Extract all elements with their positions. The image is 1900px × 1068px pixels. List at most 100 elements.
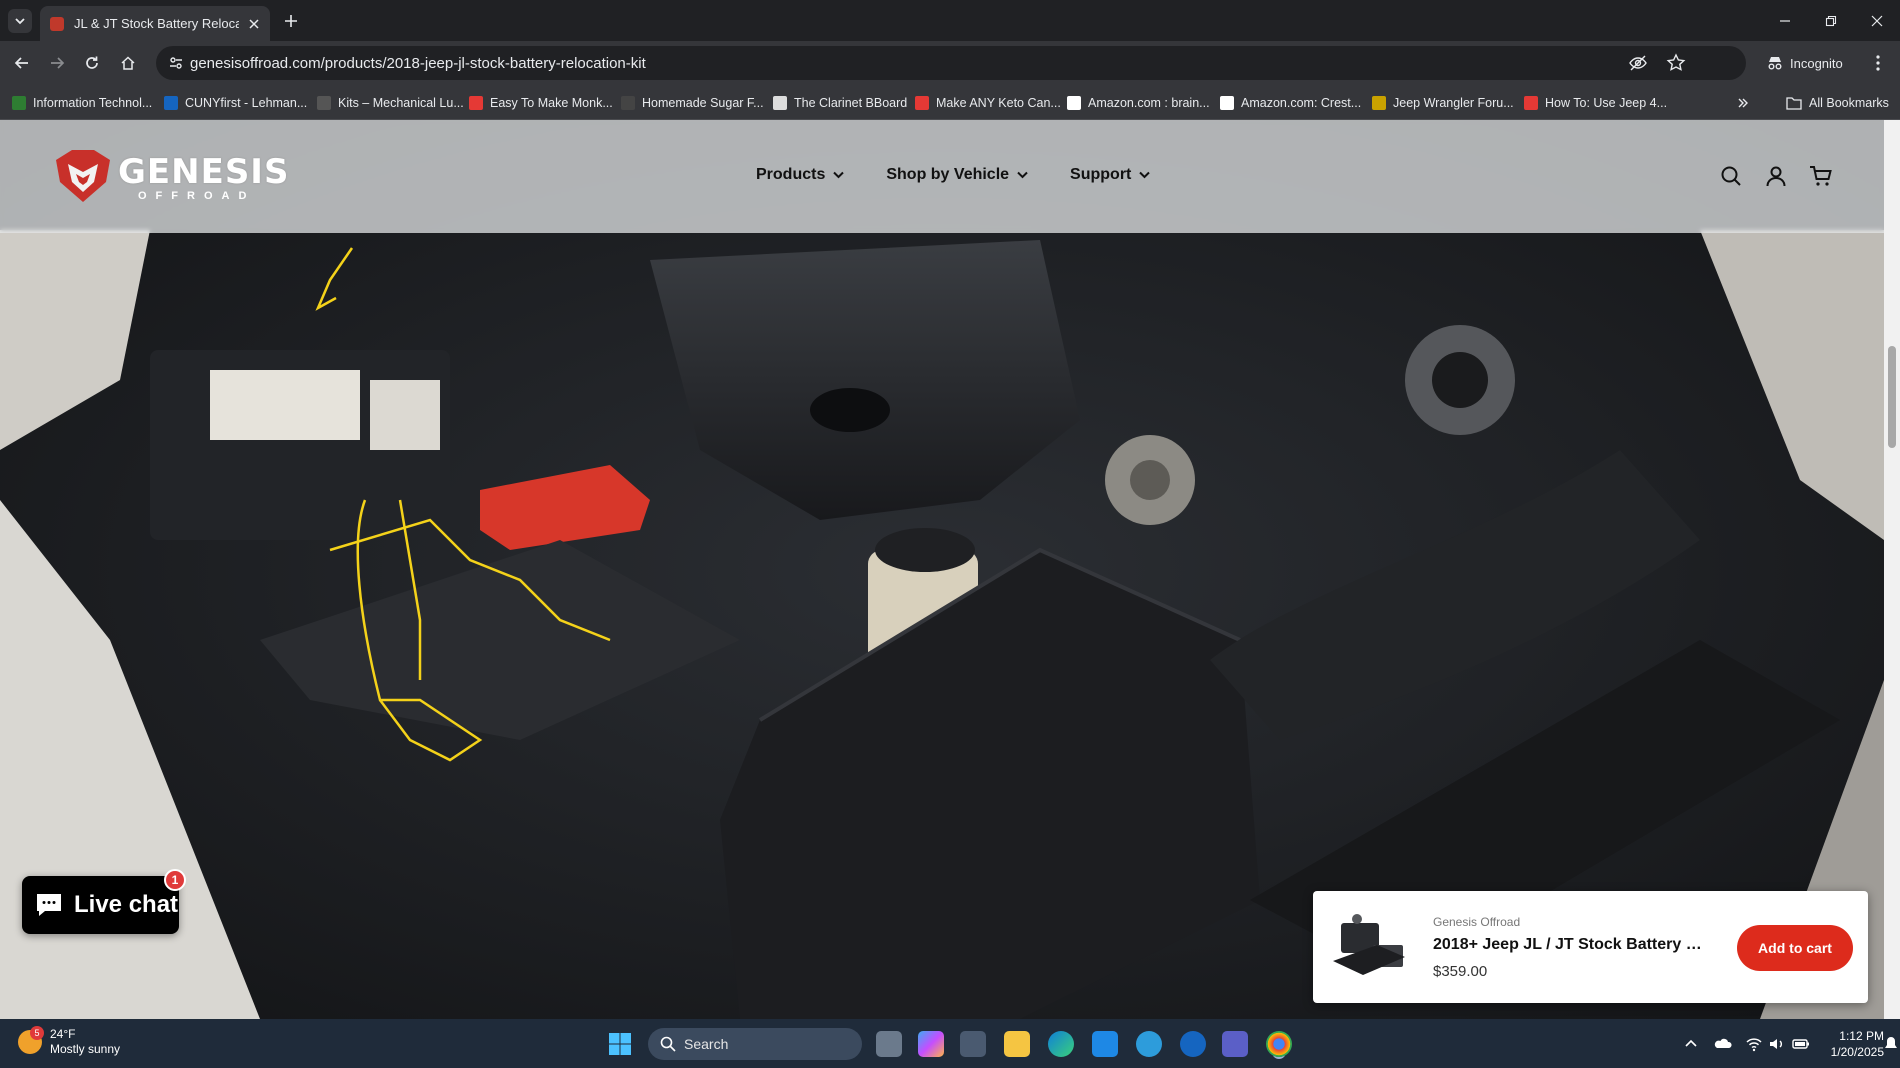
mcafee-icon[interactable]: [1092, 1031, 1118, 1057]
clock-time: 1:12 PM: [1839, 1029, 1884, 1043]
sticky-add-to-cart-bar: Genesis Offroad 2018+ Jeep JL / JT Stock…: [1313, 891, 1868, 1003]
bookmark-item[interactable]: Information Technol...: [12, 94, 152, 112]
bookmark-favicon-icon: [773, 96, 787, 110]
taskbar-search-label: Search: [684, 1036, 729, 1052]
bookmarks-overflow-button[interactable]: [1736, 94, 1750, 112]
url-text[interactable]: genesisoffroad.com/products/2018-jeep-jl…: [190, 55, 646, 72]
close-window-button[interactable]: [1854, 8, 1900, 34]
bookmark-item[interactable]: Jeep Wrangler Foru...: [1372, 94, 1514, 112]
engine-bay-photo: [0, 120, 1884, 1019]
nav-support[interactable]: Support: [1070, 166, 1151, 184]
product-vendor: Genesis Offroad: [1433, 915, 1521, 929]
restore-icon: [1825, 15, 1837, 27]
browser-tab-active[interactable]: JL & JT Stock Battery Relocation: [40, 6, 270, 41]
chat-bubble-icon: [37, 894, 61, 916]
home-button[interactable]: [115, 50, 141, 76]
live-chat-label: Live chat: [74, 891, 179, 918]
plus-icon: [285, 15, 297, 27]
chevron-down-icon: [833, 171, 845, 179]
taskbar-search[interactable]: Search: [648, 1028, 862, 1060]
bookmark-favicon-icon: [164, 96, 178, 110]
bookmark-item[interactable]: Amazon.com : brain...: [1067, 94, 1210, 112]
help-icon[interactable]: [1136, 1031, 1162, 1057]
edge-icon[interactable]: [1048, 1031, 1074, 1057]
chat-notification-badge: 1: [164, 869, 186, 891]
logo-subtext: OFFROAD: [138, 190, 256, 202]
taskbar-clock[interactable]: 1:12 PM 1/20/2025: [1824, 1028, 1884, 1060]
page-scrollbar[interactable]: [1884, 120, 1900, 1019]
kebab-menu-icon[interactable]: [1868, 53, 1888, 73]
eye-off-icon[interactable]: [1628, 53, 1648, 73]
restore-button[interactable]: [1808, 8, 1854, 34]
teams-icon[interactable]: [1222, 1031, 1248, 1057]
all-bookmarks-button[interactable]: All Bookmarks: [1786, 94, 1889, 112]
genesis-offroad-logo[interactable]: GENESIS OFFROAD: [52, 148, 288, 204]
close-icon: [1871, 15, 1883, 27]
back-arrow-icon: [14, 57, 28, 69]
wifi-icon[interactable]: [1745, 1035, 1763, 1053]
onedrive-icon[interactable]: [1714, 1035, 1732, 1053]
bookmark-item[interactable]: Kits – Mechanical Lu...: [317, 94, 464, 112]
bookmarks-bar: Information Technol... CUNYfirst - Lehma…: [0, 85, 1900, 120]
chevron-up-icon[interactable]: [1682, 1035, 1700, 1053]
battery-icon[interactable]: [1792, 1035, 1810, 1053]
scrollbar-thumb[interactable]: [1888, 346, 1896, 448]
volume-icon[interactable]: [1768, 1035, 1786, 1053]
live-chat-button[interactable]: Live chat 1: [22, 869, 186, 934]
bookmark-star-icon[interactable]: [1666, 53, 1686, 73]
bookmark-item[interactable]: The Clarinet BBoard: [773, 94, 907, 112]
page-viewport: GENESIS OFFROAD Products Shop by Vehicle…: [0, 120, 1884, 1019]
folder-icon: [1786, 97, 1802, 110]
minimize-button[interactable]: [1762, 8, 1808, 34]
search-icon: [660, 1036, 676, 1052]
bookmark-item[interactable]: How To: Use Jeep 4...: [1524, 94, 1667, 112]
minimize-icon: [1780, 20, 1790, 22]
bookmark-item[interactable]: Easy To Make Monk...: [469, 94, 613, 112]
clock-date: 1/20/2025: [1830, 1045, 1884, 1059]
bookmark-item[interactable]: Amazon.com: Crest...: [1220, 94, 1361, 112]
browser-toolbar: genesisoffroad.com/products/2018-jeep-jl…: [0, 41, 1900, 85]
back-button[interactable]: [9, 50, 35, 76]
youtube-icon: [915, 96, 929, 110]
jeep-forum-icon: [1372, 96, 1386, 110]
new-tab-button[interactable]: [280, 10, 302, 32]
tab-close-button[interactable]: [245, 15, 263, 33]
forward-button[interactable]: [44, 50, 70, 76]
youtube-icon: [469, 96, 483, 110]
app-icon[interactable]: [1180, 1031, 1206, 1057]
chevron-down-icon: [1017, 171, 1028, 179]
tab-title: JL & JT Stock Battery Relocation: [74, 16, 239, 31]
chrome-icon[interactable]: [1266, 1031, 1292, 1057]
copilot-icon[interactable]: [918, 1031, 944, 1057]
address-bar[interactable]: genesisoffroad.com/products/2018-jeep-jl…: [156, 46, 1746, 80]
search-icon[interactable]: [1719, 164, 1743, 188]
cart-icon[interactable]: [1809, 164, 1833, 188]
bookmark-favicon-icon: [317, 96, 331, 110]
product-price: $359.00: [1433, 963, 1488, 980]
close-icon: [249, 18, 259, 29]
file-explorer-icon[interactable]: [1004, 1031, 1030, 1057]
tab-search-button[interactable]: [8, 9, 32, 33]
task-view-icon[interactable]: [876, 1031, 902, 1057]
microsoft-store-icon[interactable]: [960, 1031, 986, 1057]
sun-icon: 5: [18, 1026, 44, 1054]
nav-products[interactable]: Products: [756, 166, 845, 184]
account-icon[interactable]: [1764, 164, 1788, 188]
reload-button[interactable]: [79, 50, 105, 76]
bookmark-item[interactable]: CUNYfirst - Lehman...: [164, 94, 307, 112]
home-icon: [121, 56, 135, 70]
bookmark-item[interactable]: Make ANY Keto Can...: [915, 94, 1061, 112]
windows-taskbar: 5 24°F Mostly sunny Search 1:12 PM 1/20/…: [0, 1019, 1900, 1068]
nav-shop-by-vehicle[interactable]: Shop by Vehicle: [886, 166, 1028, 184]
windows-start-icon[interactable]: [608, 1032, 632, 1056]
double-chevron-right-icon: [1738, 98, 1748, 108]
bookmark-item[interactable]: Homemade Sugar F...: [621, 94, 764, 112]
chevron-down-icon: [15, 18, 25, 25]
weather-widget[interactable]: 5 24°F Mostly sunny: [18, 1026, 120, 1057]
lion-logo-icon: [56, 150, 110, 202]
site-info-icon[interactable]: [168, 55, 184, 71]
add-to-cart-button[interactable]: Add to cart: [1737, 925, 1853, 971]
notification-bell-icon[interactable]: [1884, 1035, 1898, 1053]
incognito-indicator[interactable]: Incognito: [1754, 49, 1859, 77]
forward-arrow-icon: [51, 57, 65, 69]
